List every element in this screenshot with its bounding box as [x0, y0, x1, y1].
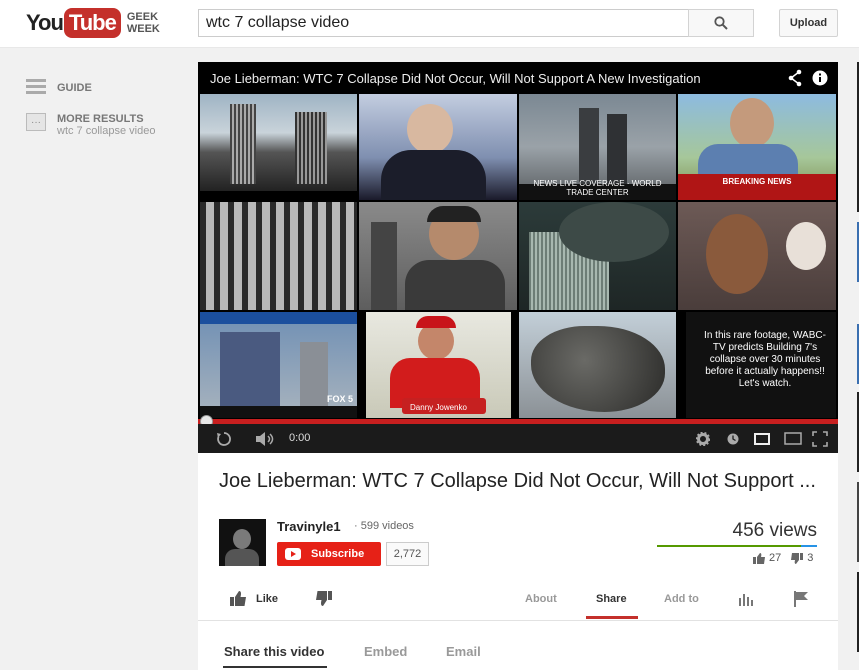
guide-sidebar: GUIDE ··· MORE RESULTS wtc 7 collapse vi…	[26, 79, 155, 153]
video-title: Joe Lieberman: WTC 7 Collapse Did Not Oc…	[219, 470, 816, 492]
tile-tower-dust	[519, 202, 676, 310]
like-label: Like	[256, 592, 279, 605]
share-tabs: Share this video Embed Email	[198, 631, 838, 670]
danny-jowenko-caption: Danny Jowenko	[410, 403, 467, 412]
thumbs-up-icon	[753, 552, 765, 564]
like-ratio-bar	[657, 545, 817, 547]
panel-divider	[198, 620, 838, 621]
replay-icon[interactable]	[216, 431, 232, 447]
subscribe-button[interactable]: Subscribe	[277, 542, 381, 566]
doodle-line-2: WEEK	[126, 23, 160, 35]
channel-name[interactable]: Travinyle1	[277, 519, 341, 534]
share-tab-email[interactable]: Email	[446, 644, 481, 659]
large-player-icon[interactable]	[784, 432, 802, 445]
channel-avatar[interactable]	[219, 519, 266, 566]
search-icon	[714, 16, 728, 30]
youtube-logo[interactable]: You Tube GEEK WEEK	[26, 6, 160, 40]
share-tab-share-video[interactable]: Share this video	[224, 644, 324, 659]
more-results-query: wtc 7 collapse video	[57, 125, 156, 137]
tab-share[interactable]: Share	[596, 593, 627, 605]
guide-label: GUIDE	[57, 82, 92, 94]
dislike-button[interactable]	[316, 591, 332, 606]
fox5-caption: FOX 5	[326, 394, 353, 404]
subscribe-label: Subscribe	[311, 548, 365, 560]
player-controls: 0:00	[198, 424, 838, 453]
tile-lieberman	[359, 94, 517, 200]
tile-debris	[519, 312, 676, 418]
more-results-label: MORE RESULTS	[57, 113, 144, 125]
player-top-icons	[788, 69, 828, 87]
info-icon[interactable]	[812, 70, 828, 86]
more-results-icon: ···	[26, 113, 46, 131]
wtc-banner-caption: NEWS LIVE COVERAGE · WORLD TRADE CENTER	[533, 179, 662, 197]
active-tab-indicator	[586, 616, 638, 619]
tile-fox5: FOX 5	[200, 312, 357, 418]
dislike-count: 3	[807, 552, 814, 564]
watch-later-icon[interactable]	[727, 433, 739, 445]
action-bar: Like About Share Add to	[198, 579, 838, 619]
like-ratio-fill	[657, 545, 801, 547]
rare-footage-caption: In this rare footage, WABC-TV predicts B…	[704, 330, 826, 389]
youtube-play-icon	[285, 548, 301, 560]
report-flag-icon[interactable]	[794, 591, 808, 607]
subscriber-count: 2,772	[386, 542, 429, 566]
share-tab-embed[interactable]: Embed	[364, 644, 407, 659]
player-title[interactable]: Joe Lieberman: WTC 7 Collapse Did Not Oc…	[210, 71, 701, 86]
tile-towers-smoke: NEWS LIVE COVERAGE · WORLD TRADE CENTER	[519, 94, 676, 200]
geek-week-doodle[interactable]: GEEK WEEK	[126, 11, 160, 35]
tab-add-to[interactable]: Add to	[664, 593, 699, 605]
like-button[interactable]: Like	[230, 591, 278, 606]
guide-menu-icon	[26, 79, 46, 97]
rating-counts: 27 3	[753, 552, 823, 564]
channel-video-count[interactable]: · 599 videos	[354, 520, 414, 532]
fullscreen-icon[interactable]	[812, 431, 828, 447]
thumbs-down-icon	[791, 552, 804, 564]
breaking-news-caption: BREAKING NEWS	[722, 177, 792, 186]
tab-about[interactable]: About	[525, 593, 557, 605]
masthead: You Tube GEEK WEEK Upload	[0, 0, 859, 48]
view-count: 456 views	[732, 520, 818, 541]
share-tab-indicator	[223, 666, 327, 668]
watch-panel: Joe Lieberman: WTC 7 Collapse Did Not Oc…	[198, 453, 838, 670]
time-display: 0:00	[289, 432, 311, 444]
tile-rare-footage: In this rare footage, WABC-TV predicts B…	[686, 312, 836, 418]
tile-reporter: BREAKING NEWS	[678, 94, 836, 200]
tile-falling-man	[200, 202, 357, 310]
share-icon[interactable]	[788, 69, 802, 87]
tile-man-cap	[359, 202, 517, 310]
more-results-link[interactable]: ··· MORE RESULTS wtc 7 collapse video	[26, 113, 155, 137]
guide-toggle[interactable]: GUIDE	[26, 79, 155, 97]
stats-icon[interactable]	[738, 592, 754, 606]
logo-tube: Tube	[63, 8, 121, 38]
upload-button[interactable]: Upload	[779, 9, 838, 37]
settings-gear-icon[interactable]	[696, 432, 710, 446]
like-thumb-icon	[230, 591, 246, 606]
tile-wtc-towers	[200, 94, 357, 191]
search-button[interactable]	[688, 9, 754, 37]
tile-danny-jowenko: Danny Jowenko	[366, 312, 511, 418]
like-count: 27	[769, 552, 782, 564]
logo-you: You	[26, 10, 64, 35]
doodle-line-1: GEEK	[126, 11, 159, 23]
volume-icon[interactable]	[256, 432, 276, 446]
tile-witness	[678, 202, 836, 310]
search-input[interactable]	[198, 9, 689, 37]
small-player-icon[interactable]	[754, 433, 770, 445]
video-frame[interactable]: NEWS LIVE COVERAGE · WORLD TRADE CENTER …	[200, 94, 836, 418]
